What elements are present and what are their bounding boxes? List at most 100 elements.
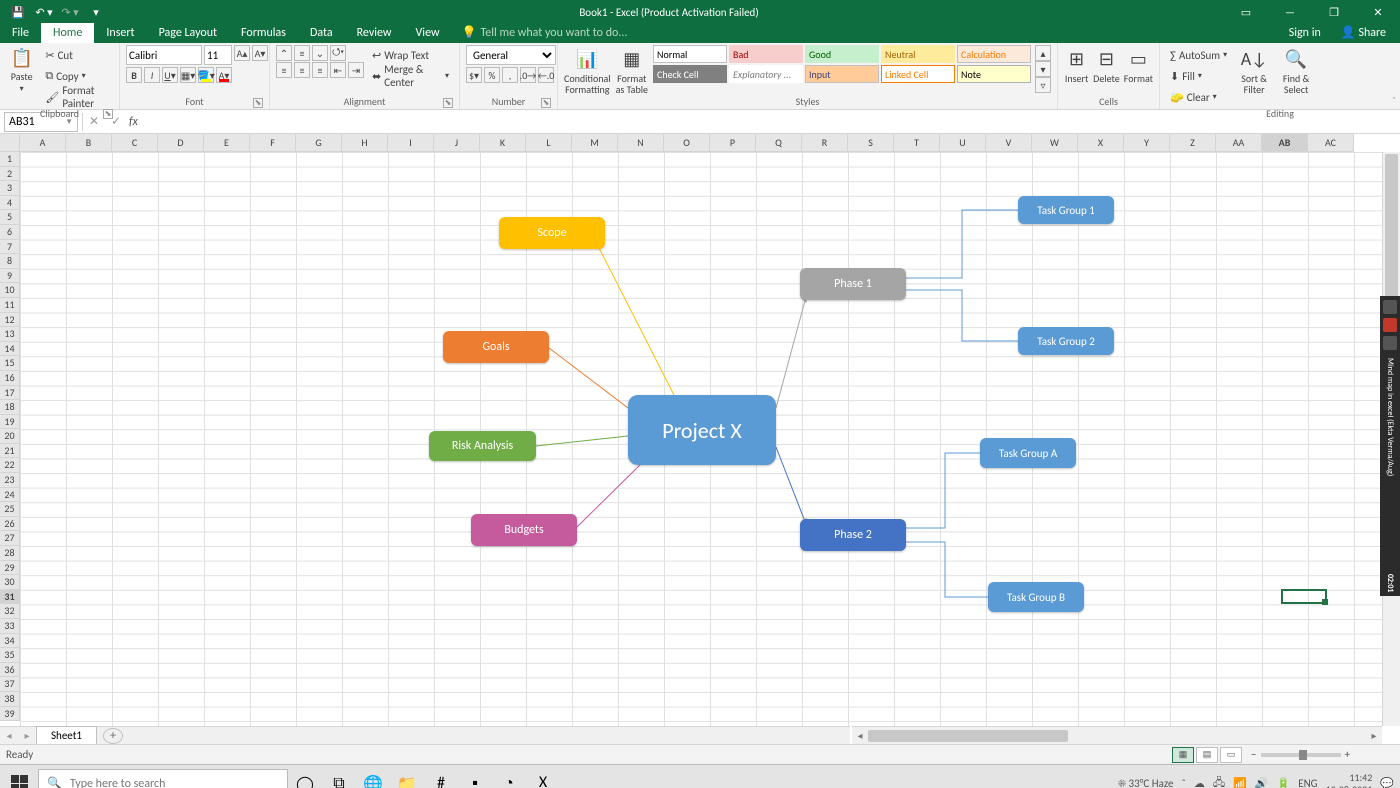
- network-icon[interactable]: 🖧: [1213, 774, 1225, 788]
- row-header[interactable]: 3: [0, 181, 20, 196]
- row-header[interactable]: 4: [0, 196, 20, 211]
- row-header[interactable]: 18: [0, 400, 20, 415]
- column-header[interactable]: Q: [756, 134, 802, 152]
- close-icon[interactable]: [1383, 336, 1397, 350]
- customize-qat-button[interactable]: ▾: [84, 0, 108, 24]
- row-header[interactable]: 13: [0, 327, 20, 342]
- decrease-font-button[interactable]: A▾: [252, 45, 268, 61]
- row-header[interactable]: 35: [0, 648, 20, 663]
- recording-side-panel[interactable]: Mind map in excel (Ekta Verma/Aug) 02:01: [1380, 296, 1400, 596]
- row-header[interactable]: 27: [0, 531, 20, 546]
- shape-tg2[interactable]: Task Group 2: [1018, 327, 1114, 355]
- row-headers[interactable]: 1234567891011121314151617181920212223242…: [0, 152, 20, 721]
- cell-style-item[interactable]: Normal: [653, 45, 727, 63]
- shape-scope[interactable]: Scope: [499, 217, 605, 249]
- cell-style-item[interactable]: Neutral: [881, 45, 955, 63]
- row-header[interactable]: 21: [0, 444, 20, 459]
- weather-widget[interactable]: ☀ 33°C Haze: [1118, 777, 1173, 788]
- app-taskbar-button-1[interactable]: ▪: [458, 767, 492, 788]
- delete-cells-button[interactable]: ⊟Delete: [1093, 45, 1120, 95]
- row-header[interactable]: 31: [0, 590, 20, 605]
- taskbar-clock[interactable]: 11:42 19-08-2021: [1326, 772, 1373, 788]
- font-dialog-launcher[interactable]: ⬊: [253, 98, 263, 108]
- cell-style-item[interactable]: Explanatory ...: [729, 65, 803, 83]
- shape-budgets[interactable]: Budgets: [471, 514, 577, 546]
- row-header[interactable]: 12: [0, 313, 20, 328]
- zoom-in-button[interactable]: +: [1345, 748, 1350, 761]
- align-bottom-button[interactable]: ⌄: [312, 45, 328, 61]
- column-header[interactable]: B: [66, 134, 112, 152]
- row-header[interactable]: 24: [0, 488, 20, 503]
- tell-me-search[interactable]: 💡 Tell me what you want to do...: [452, 22, 1281, 43]
- page-break-view-button[interactable]: ▭: [1220, 747, 1242, 763]
- ribbon-display-button[interactable]: ▭: [1224, 0, 1268, 24]
- battery-icon[interactable]: 🔋: [1277, 777, 1291, 788]
- styles-scroll-up-button[interactable]: ▴: [1035, 45, 1051, 61]
- row-header[interactable]: 17: [0, 386, 20, 401]
- slack-taskbar-button[interactable]: #: [424, 767, 458, 788]
- minimize-button[interactable]: —: [1268, 0, 1312, 24]
- fx-icon[interactable]: fx: [129, 115, 138, 129]
- tab-page-layout[interactable]: Page Layout: [147, 23, 229, 43]
- sort-filter-button[interactable]: A↓Sort & Filter: [1235, 45, 1273, 95]
- italic-button[interactable]: I: [144, 67, 160, 83]
- align-center-button[interactable]: ≡: [294, 62, 310, 78]
- decrease-decimal-button[interactable]: ←.0: [538, 67, 554, 83]
- onedrive-icon[interactable]: ☁: [1194, 777, 1205, 788]
- insert-cells-button[interactable]: ⊞Insert: [1064, 45, 1089, 95]
- row-header[interactable]: 34: [0, 634, 20, 649]
- shape-goals[interactable]: Goals: [443, 331, 549, 363]
- alignment-dialog-launcher[interactable]: ⬊: [443, 98, 453, 108]
- cell-style-item[interactable]: Linked Cell: [881, 65, 955, 83]
- format-as-table-button[interactable]: ▦Format as Table: [615, 45, 649, 95]
- row-header[interactable]: 37: [0, 677, 20, 692]
- start-button[interactable]: [0, 765, 38, 788]
- borders-button[interactable]: ▦▾: [180, 67, 196, 83]
- column-header[interactable]: L: [526, 134, 572, 152]
- sheet-nav-next-button[interactable]: ▸: [18, 729, 36, 742]
- cell-styles-gallery[interactable]: NormalBadGoodNeutralCalculationCheck Cel…: [653, 45, 1031, 83]
- column-header[interactable]: W: [1032, 134, 1078, 152]
- zoom-control[interactable]: − +: [1251, 748, 1394, 761]
- clipboard-dialog-launcher[interactable]: ⬊: [103, 109, 113, 119]
- column-header[interactable]: Y: [1124, 134, 1170, 152]
- column-header[interactable]: Z: [1170, 134, 1216, 152]
- row-header[interactable]: 39: [0, 707, 20, 722]
- merge-center-button[interactable]: ⬌Merge & Center▾: [368, 66, 453, 86]
- percent-button[interactable]: %: [484, 67, 500, 83]
- row-header[interactable]: 14: [0, 342, 20, 357]
- notifications-button[interactable]: 💬: [1380, 777, 1394, 788]
- conditional-formatting-button[interactable]: 📊Conditional Formatting: [564, 45, 611, 95]
- row-header[interactable]: 10: [0, 283, 20, 298]
- tab-formulas[interactable]: Formulas: [229, 23, 298, 43]
- signin-button[interactable]: Sign in: [1281, 23, 1329, 43]
- font-color-button[interactable]: A▾: [216, 67, 232, 83]
- align-middle-button[interactable]: ≡: [294, 45, 310, 61]
- styles-scroll-down-button[interactable]: ▾: [1035, 61, 1051, 77]
- underline-button[interactable]: U▾: [162, 67, 178, 83]
- autosum-button[interactable]: ∑AutoSum▾: [1166, 45, 1231, 65]
- increase-indent-button[interactable]: ⇥: [348, 62, 364, 78]
- redo-button[interactable]: ↷ ▾: [58, 0, 82, 24]
- share-button[interactable]: 👤 Share: [1333, 22, 1394, 43]
- row-header[interactable]: 29: [0, 561, 20, 576]
- close-button[interactable]: ✕: [1356, 0, 1400, 24]
- fill-button[interactable]: ⬇Fill▾: [1166, 66, 1231, 86]
- tab-data[interactable]: Data: [298, 23, 345, 43]
- language-indicator[interactable]: ENG: [1298, 777, 1317, 788]
- row-header[interactable]: 7: [0, 240, 20, 255]
- column-header[interactable]: K: [480, 134, 526, 152]
- font-name-combo[interactable]: [126, 45, 202, 65]
- row-header[interactable]: 16: [0, 371, 20, 386]
- column-header[interactable]: V: [986, 134, 1032, 152]
- tab-view[interactable]: View: [404, 23, 452, 43]
- cell-style-item[interactable]: Note: [957, 65, 1031, 83]
- column-header[interactable]: S: [848, 134, 894, 152]
- stop-icon[interactable]: [1383, 318, 1397, 332]
- row-header[interactable]: 26: [0, 517, 20, 532]
- shape-phase1[interactable]: Phase 1: [800, 268, 906, 300]
- column-header[interactable]: AB: [1262, 134, 1308, 152]
- number-dialog-launcher[interactable]: ⬊: [541, 98, 551, 108]
- row-header[interactable]: 23: [0, 473, 20, 488]
- column-header[interactable]: P: [710, 134, 756, 152]
